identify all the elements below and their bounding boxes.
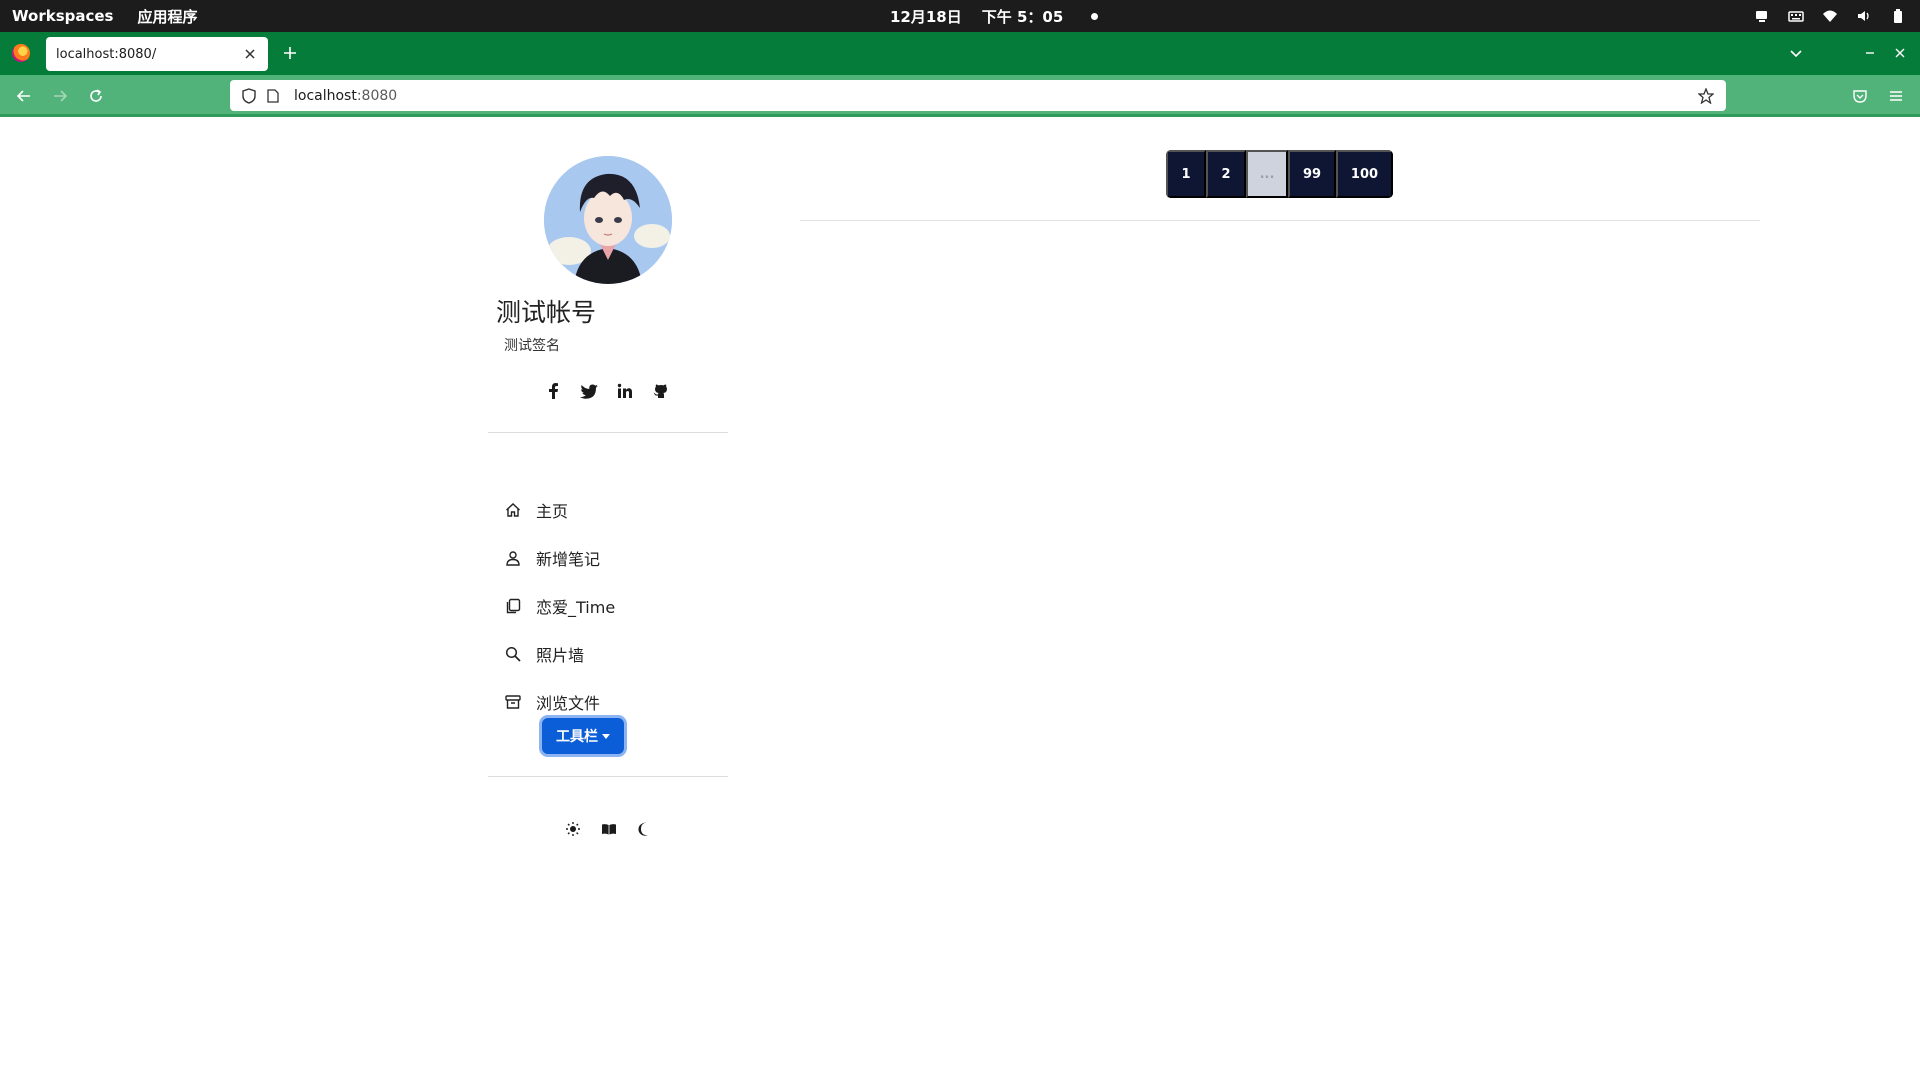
clock[interactable]: 12月18日 下午 5：05 — [890, 0, 1099, 32]
wifi-icon[interactable] — [1822, 8, 1838, 24]
web-page: 测试帐号 测试签名 主页 新增笔记 恋爱_Time 照片墙 浏览文件 工具栏 1… — [0, 118, 1920, 1080]
sidebar-item-home[interactable]: 主页 — [504, 486, 615, 534]
sidebar-item-label: 主页 — [536, 502, 569, 521]
back-arrow-icon[interactable] — [14, 86, 34, 106]
volume-icon[interactable] — [1856, 8, 1872, 24]
minimize-icon[interactable] — [1860, 43, 1880, 63]
sidebar-item-label: 浏览文件 — [536, 694, 601, 713]
shield-icon[interactable] — [240, 87, 258, 105]
linkedin-icon[interactable] — [616, 382, 634, 400]
sun-icon[interactable] — [564, 820, 582, 838]
sidebar-item-photo-wall[interactable]: 照片墙 — [504, 630, 615, 678]
tab-close-icon[interactable] — [242, 46, 258, 62]
list-tabs-chevron-down-icon[interactable] — [1786, 43, 1806, 63]
browser-tab-strip: localhost:8080/ — [0, 32, 1920, 75]
search-icon — [504, 645, 522, 663]
sidebar-item-label: 新增笔记 — [536, 550, 601, 569]
new-tab-icon[interactable] — [280, 43, 300, 63]
url-bar[interactable]: localhost:8080 — [230, 80, 1726, 111]
profile-avatar — [544, 156, 672, 284]
pagination: 1 2 ... 99 100 — [1166, 150, 1393, 198]
hamburger-menu-icon[interactable] — [1886, 86, 1906, 106]
browser-tab-active[interactable]: localhost:8080/ — [46, 37, 268, 71]
notification-dot-icon — [1091, 12, 1099, 20]
theme-switcher — [564, 820, 654, 838]
moon-icon[interactable] — [636, 820, 654, 838]
github-icon[interactable] — [652, 382, 670, 400]
home-icon — [504, 501, 522, 519]
screen-share-icon[interactable] — [1754, 8, 1770, 24]
book-icon[interactable] — [600, 820, 618, 838]
page-button-100[interactable]: 100 — [1336, 150, 1393, 198]
facebook-icon[interactable] — [544, 382, 562, 400]
content-divider — [800, 220, 1760, 221]
sidebar-item-label: 照片墙 — [536, 646, 585, 665]
caret-down-icon — [602, 733, 610, 739]
sidebar-divider-bottom — [488, 776, 728, 777]
reload-icon[interactable] — [86, 86, 106, 106]
toolbar-dropdown-button[interactable]: 工具栏 — [542, 718, 624, 754]
user-icon — [504, 549, 522, 567]
twitter-icon[interactable] — [580, 382, 598, 400]
tab-title: localhost:8080/ — [56, 46, 157, 62]
close-window-icon[interactable] — [1890, 43, 1910, 63]
toolbar-button-label: 工具栏 — [556, 729, 598, 745]
clock-time: 下午 5：05 — [981, 7, 1064, 26]
battery-icon[interactable] — [1890, 8, 1906, 24]
page-ellipsis: ... — [1246, 150, 1288, 198]
system-tray[interactable] — [1754, 0, 1906, 32]
firefox-logo-icon — [12, 44, 30, 62]
profile-signature: 测试签名 — [504, 338, 560, 354]
page-button-1[interactable]: 1 — [1166, 150, 1206, 198]
keyboard-icon[interactable] — [1788, 8, 1804, 24]
sidebar-item-label: 恋爱_Time — [536, 598, 616, 617]
page-info-icon[interactable] — [264, 87, 282, 105]
applications-menu[interactable]: 应用程序 — [137, 6, 197, 27]
url-text: localhost:8080 — [294, 87, 398, 104]
bookmark-star-icon[interactable] — [1696, 86, 1716, 106]
pocket-icon[interactable] — [1850, 86, 1870, 106]
workspaces-button[interactable]: Workspaces — [12, 7, 113, 25]
sidebar-item-add-note[interactable]: 新增笔记 — [504, 534, 615, 582]
clock-date: 12月18日 — [890, 7, 962, 26]
page-button-2[interactable]: 2 — [1206, 150, 1246, 198]
sidebar-menu: 主页 新增笔记 恋爱_Time 照片墙 浏览文件 — [504, 486, 615, 726]
profile-name: 测试帐号 — [496, 298, 597, 327]
forward-arrow-icon[interactable] — [50, 86, 70, 106]
copy-icon — [504, 597, 522, 615]
browser-nav-toolbar: localhost:8080 — [0, 75, 1920, 117]
sidebar-divider — [488, 432, 728, 433]
sidebar-item-love-time[interactable]: 恋爱_Time — [504, 582, 615, 630]
page-button-99[interactable]: 99 — [1288, 150, 1336, 198]
system-top-bar: Workspaces 应用程序 12月18日 下午 5：05 — [0, 0, 1920, 32]
archive-icon — [504, 693, 522, 711]
social-links — [544, 382, 670, 400]
